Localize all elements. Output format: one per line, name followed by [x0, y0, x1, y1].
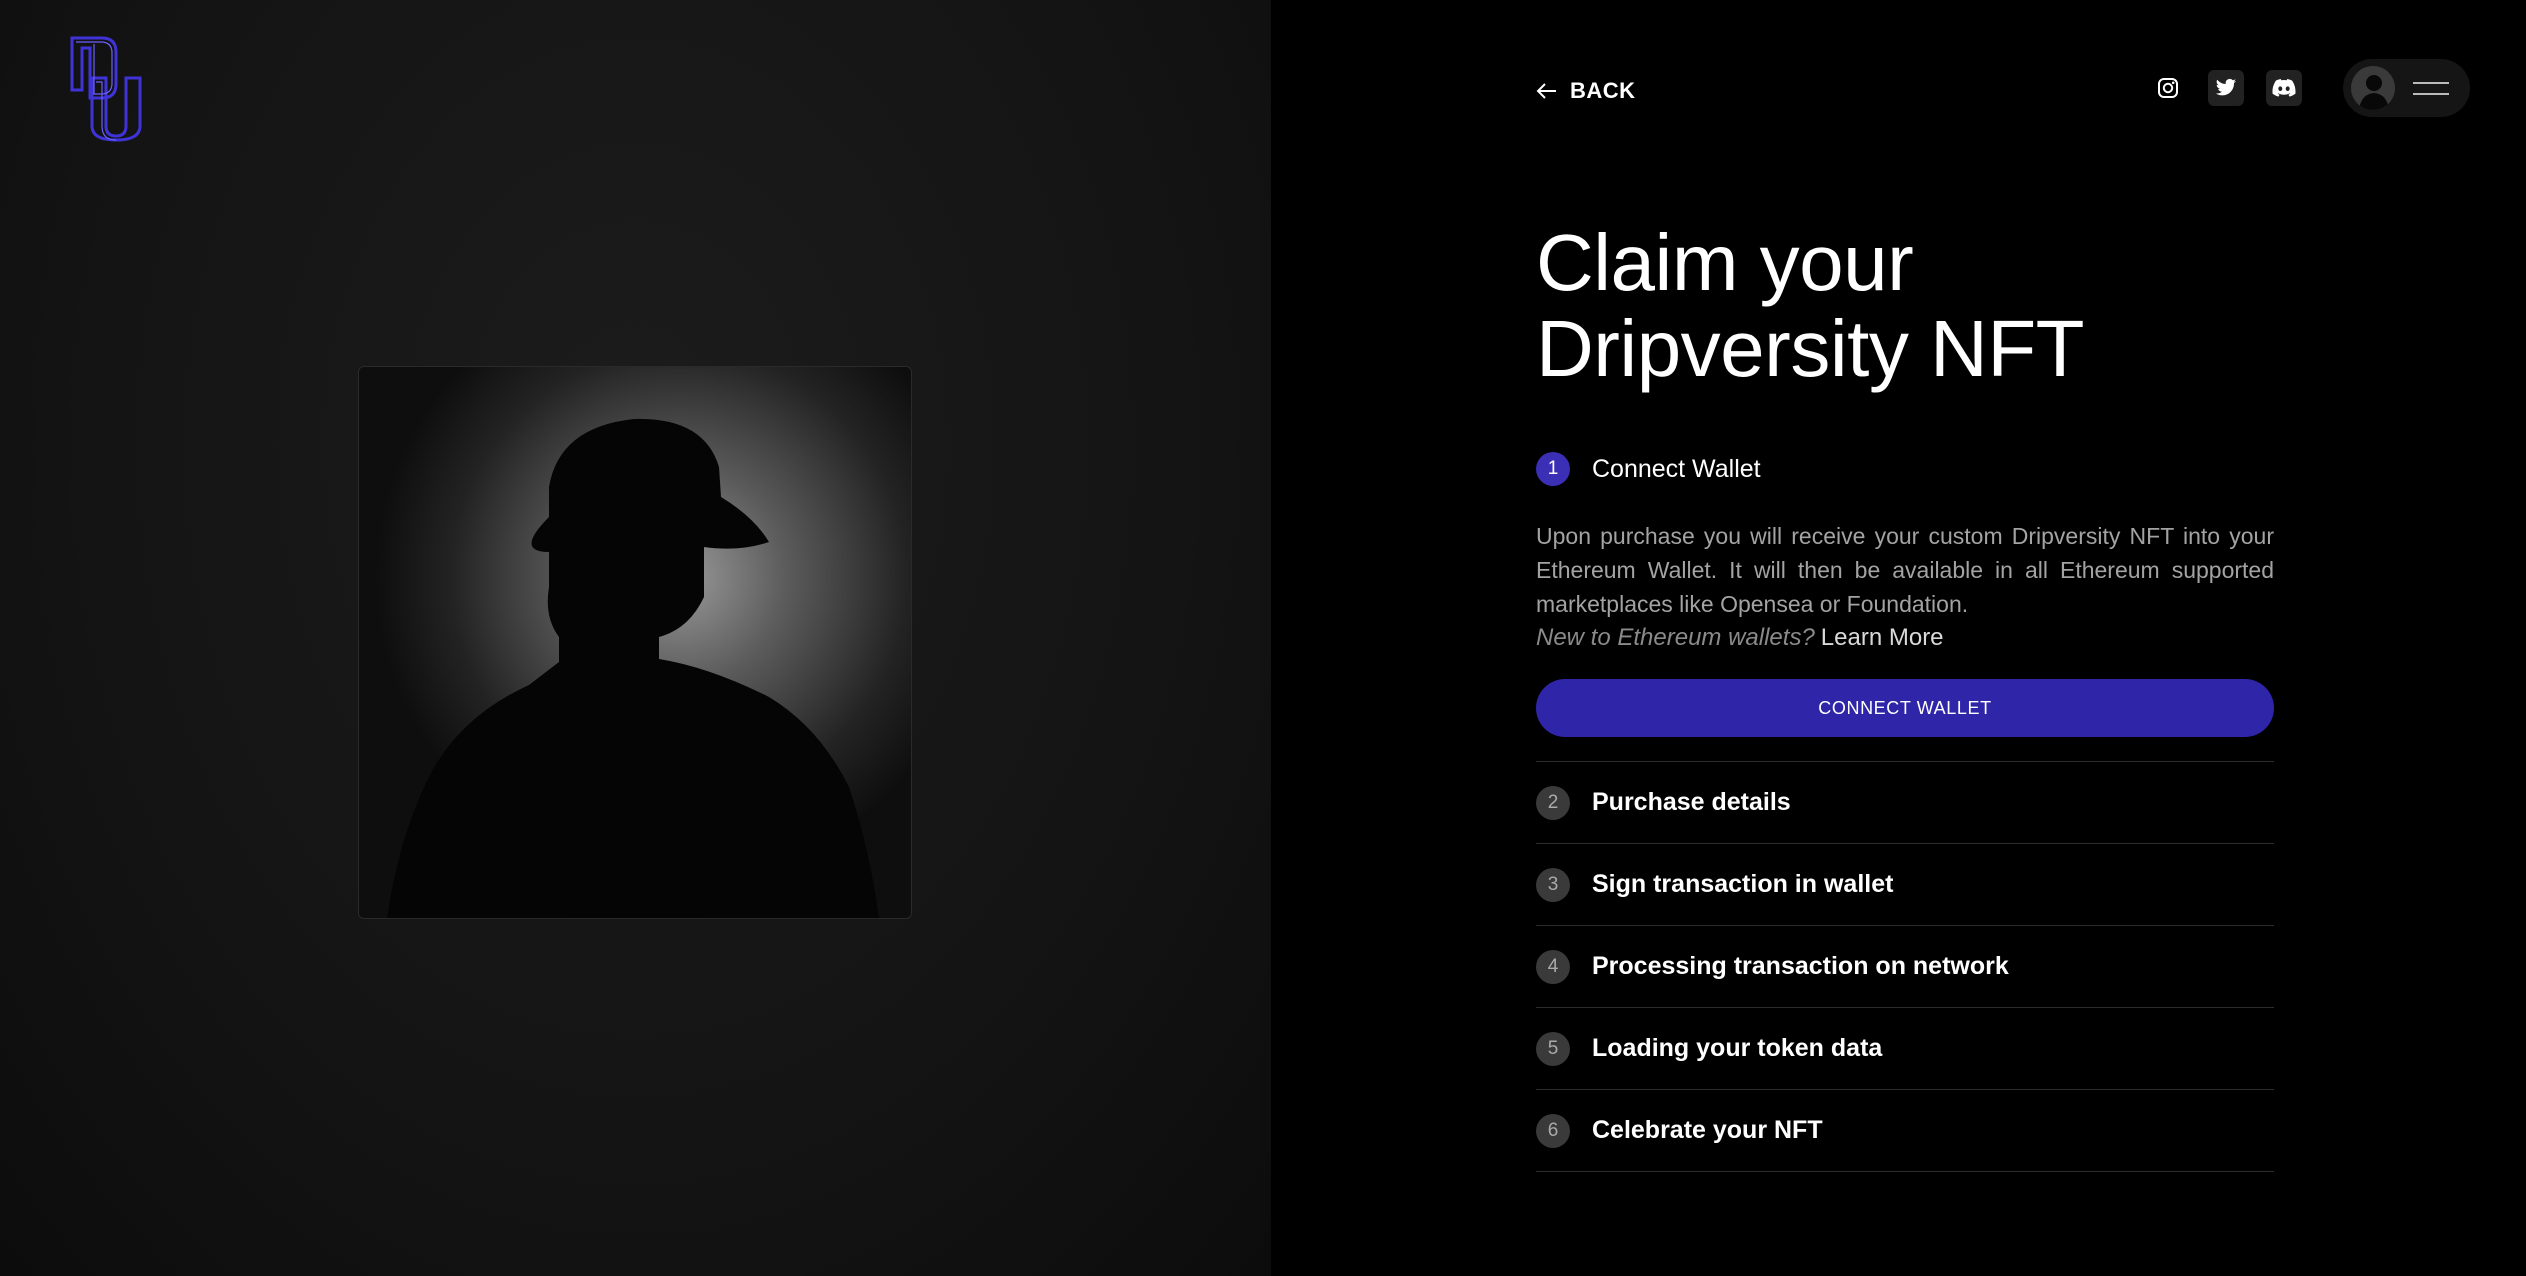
social-links	[2150, 70, 2302, 106]
step-description: Upon purchase you will receive your cust…	[1536, 523, 2274, 617]
step-number: 1	[1536, 452, 1570, 486]
learn-more-row: New to Ethereum wallets? Learn More	[1536, 621, 2274, 655]
divider	[1536, 1171, 2274, 1172]
step-processing-transaction[interactable]: 4 Processing transaction on network	[1536, 925, 2274, 1007]
step-label: Purchase details	[1592, 788, 1791, 816]
step-number: 2	[1536, 785, 1570, 820]
step-connect-wallet[interactable]: 1 Connect Wallet	[1536, 447, 2274, 491]
step-label: Celebrate your NFT	[1592, 1116, 1823, 1144]
step-label: Connect Wallet	[1592, 454, 1761, 483]
arrow-left-icon	[1536, 83, 1556, 99]
claim-steps: 1 Connect Wallet Upon purchase you will …	[1536, 447, 2274, 1172]
step-number: 5	[1536, 1031, 1570, 1066]
discord-button[interactable]	[2266, 70, 2302, 106]
page-title: Claim your Dripversity NFT	[1536, 218, 2085, 393]
discord-icon	[2272, 79, 2296, 97]
hamburger-menu-icon	[2413, 81, 2449, 95]
back-label: BACK	[1570, 78, 1636, 103]
instagram-button[interactable]	[2150, 70, 2186, 106]
twitter-icon	[2215, 78, 2237, 96]
step-label: Processing transaction on network	[1592, 952, 2009, 980]
connect-wallet-button[interactable]: CONNECT WALLET	[1536, 679, 2274, 737]
step-label: Sign transaction in wallet	[1592, 870, 1894, 898]
step-loading-token-data[interactable]: 5 Loading your token data	[1536, 1007, 2274, 1089]
twitter-button[interactable]	[2208, 70, 2244, 106]
instagram-icon	[2158, 78, 2178, 98]
avatar	[2351, 66, 2395, 110]
step-number: 6	[1536, 1113, 1570, 1148]
step-number: 4	[1536, 949, 1570, 984]
learn-more-link[interactable]: Learn More	[1821, 624, 1944, 651]
step-number: 3	[1536, 867, 1570, 902]
step-label: Loading your token data	[1592, 1034, 1883, 1062]
back-button[interactable]: BACK	[1536, 78, 1636, 104]
left-panel	[0, 0, 1271, 1276]
nft-preview-image	[358, 366, 912, 919]
step-purchase-details[interactable]: 2 Purchase details	[1536, 761, 2274, 843]
step-sign-transaction[interactable]: 3 Sign transaction in wallet	[1536, 843, 2274, 925]
profile-menu-button[interactable]	[2343, 59, 2470, 117]
new-to-wallets-text: New to Ethereum wallets?	[1536, 624, 1815, 651]
step-celebrate-nft[interactable]: 6 Celebrate your NFT	[1536, 1089, 2274, 1171]
dripversity-logo[interactable]	[64, 34, 144, 142]
